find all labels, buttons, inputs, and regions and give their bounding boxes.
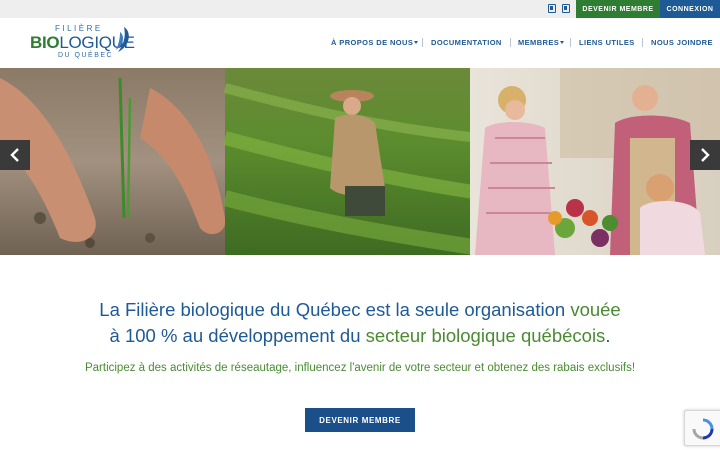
nav-divider — [570, 38, 571, 47]
facebook-icon[interactable] — [548, 4, 556, 13]
chevron-right-icon — [701, 148, 710, 162]
chevron-left-icon — [10, 148, 19, 162]
linkedin-icon[interactable] — [562, 4, 570, 13]
site-logo[interactable]: FILIÈRE BIOLOGIQUE DU QUÉBEC — [30, 24, 135, 62]
login-button[interactable]: CONNEXION — [660, 0, 720, 18]
become-member-top-button[interactable]: DEVENIR MEMBRE — [576, 0, 660, 18]
carousel-prev-button[interactable] — [0, 140, 30, 170]
nav-divider — [642, 38, 643, 47]
caret-down-icon — [560, 41, 565, 44]
top-utility-bar: DEVENIR MEMBRE CONNEXION — [0, 0, 720, 18]
hero-carousel[interactable] — [0, 68, 720, 255]
caret-down-icon — [414, 41, 419, 44]
logo-line3: DU QUÉBEC — [58, 52, 114, 59]
hero-slide-image — [0, 68, 720, 255]
page-headline: La Filière biologique du Québec est la s… — [99, 299, 621, 346]
nav-item-members[interactable]: MEMBRES — [518, 38, 565, 48]
nav-item-useful-links[interactable]: LIENS UTILES — [579, 38, 635, 48]
nav-divider — [510, 38, 511, 47]
nav-item-about[interactable]: À PROPOS DE NOUS — [331, 38, 419, 48]
page-subheadline: Participez à des activités de réseautage… — [84, 362, 636, 374]
leaf-logo-icon — [116, 27, 129, 52]
nav-item-contact[interactable]: NOUS JOINDRE — [651, 38, 713, 48]
nav-divider — [422, 38, 423, 47]
logo-line1: FILIÈRE — [55, 24, 103, 33]
nav-item-documentation[interactable]: DOCUMENTATION — [431, 38, 502, 48]
become-member-cta-button[interactable]: DEVENIR MEMBRE — [305, 408, 415, 432]
recaptcha-badge[interactable] — [684, 410, 720, 446]
carousel-next-button[interactable] — [690, 140, 720, 170]
recaptcha-icon — [692, 418, 714, 440]
